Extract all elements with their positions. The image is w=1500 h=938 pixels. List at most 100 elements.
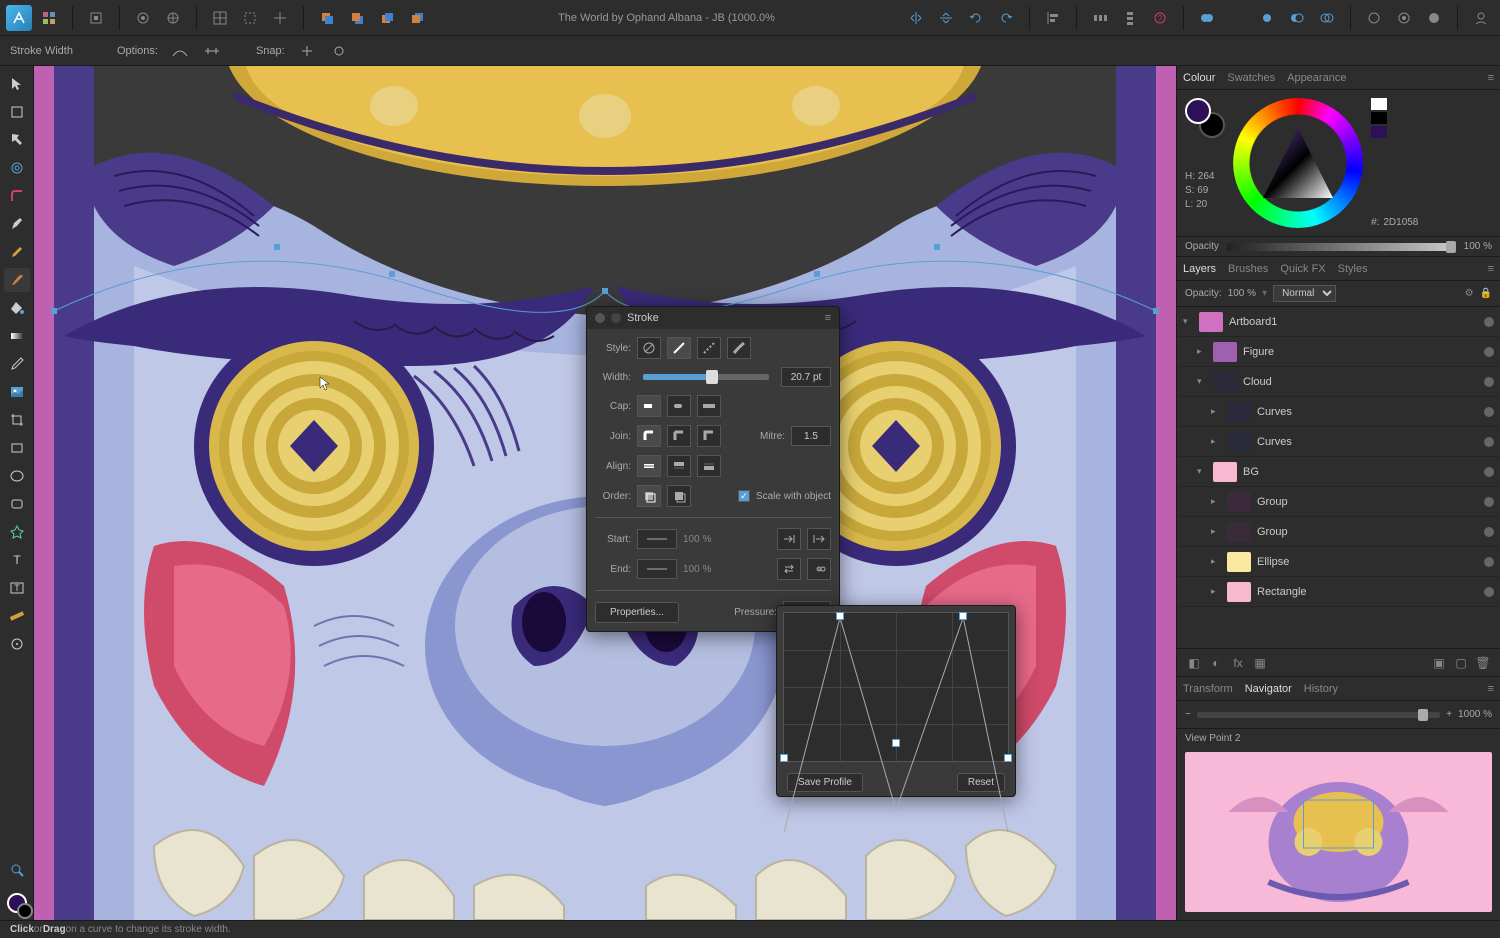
hex-readout[interactable]: #: 2D1058 [1371, 217, 1418, 228]
link-arrows-btn[interactable] [807, 558, 831, 580]
layer-row[interactable]: ▸Group [1177, 487, 1500, 517]
expand-icon[interactable]: ▸ [1211, 526, 1221, 537]
transparency-tool[interactable] [4, 324, 30, 348]
flip-h-btn[interactable] [903, 5, 929, 31]
align-outside-btn[interactable] [697, 455, 721, 477]
layer-settings-icon[interactable]: ⚙ [1465, 288, 1474, 299]
style-brush-btn[interactable] [727, 337, 751, 359]
colour-swatch-pair[interactable] [1185, 98, 1225, 138]
join-mitre-btn[interactable] [697, 425, 721, 447]
expand-icon[interactable]: ▾ [1197, 376, 1207, 387]
move-tool[interactable] [4, 72, 30, 96]
eyedropper-tool[interactable] [4, 352, 30, 376]
opacity-slider[interactable] [1227, 243, 1456, 251]
layer-row[interactable]: ▾Cloud [1177, 367, 1500, 397]
cap-butt-btn[interactable] [637, 395, 661, 417]
order-bwd-btn[interactable] [404, 5, 430, 31]
rectangle-tool[interactable] [4, 436, 30, 460]
contour-tool[interactable] [4, 156, 30, 180]
layer-row[interactable]: ▾Artboard1 [1177, 307, 1500, 337]
pan-tool[interactable] [4, 632, 30, 656]
order-front-btn[interactable] [314, 5, 340, 31]
crop-tool[interactable] [4, 408, 30, 432]
node-tool[interactable] [4, 128, 30, 152]
layer-row[interactable]: ▸Curves [1177, 397, 1500, 427]
persona-btn[interactable] [36, 5, 62, 31]
visibility-toggle[interactable] [1484, 377, 1494, 387]
snap-bounds-btn[interactable] [237, 5, 263, 31]
align-inside-btn[interactable] [667, 455, 691, 477]
join-bevel-btn[interactable] [667, 425, 691, 447]
tab-styles[interactable]: Styles [1338, 263, 1368, 275]
end-pct[interactable]: 100 % [683, 564, 711, 575]
tab-layers[interactable]: Layers [1183, 263, 1216, 275]
rounded-rect-tool[interactable] [4, 492, 30, 516]
star-tool[interactable] [4, 520, 30, 544]
ellipse-tool[interactable] [4, 464, 30, 488]
adjust-btn[interactable]: ◐ [1207, 654, 1225, 672]
properties-btn[interactable]: Properties... [595, 602, 679, 623]
insert-behind-btn[interactable] [1421, 5, 1447, 31]
geom-sub-btn[interactable] [1224, 5, 1250, 31]
blend-mode-select[interactable]: Normal [1273, 285, 1336, 302]
close-icon[interactable] [595, 313, 605, 323]
pressure-curve-editor[interactable] [783, 612, 1009, 762]
end-arrow-select[interactable] [637, 559, 677, 579]
tab-transform[interactable]: Transform [1183, 683, 1233, 695]
account-btn[interactable] [1468, 5, 1494, 31]
distribute-h-btn[interactable] [1087, 5, 1113, 31]
layers-panel-menu-icon[interactable]: ≡ [1488, 263, 1494, 275]
geom-div-btn[interactable] [1314, 5, 1340, 31]
visibility-toggle[interactable] [1484, 437, 1494, 447]
snap-opt-1-icon[interactable] [297, 41, 317, 61]
geom-int-btn[interactable] [1254, 5, 1280, 31]
navigator-preview[interactable] [1185, 752, 1492, 912]
recent-swatches[interactable] [1371, 98, 1418, 138]
fill-tool[interactable] [4, 296, 30, 320]
expand-icon[interactable]: ▾ [1183, 316, 1193, 327]
insert-target-btn[interactable] [1361, 5, 1387, 31]
style-solid-btn[interactable] [667, 337, 691, 359]
viewpoint-label[interactable]: View Point 2 [1177, 729, 1500, 748]
expand-icon[interactable]: ▸ [1211, 436, 1221, 447]
layer-opacity-value[interactable]: 100 % [1228, 288, 1256, 299]
join-round-btn[interactable] [637, 425, 661, 447]
expand-icon[interactable]: ▸ [1211, 586, 1221, 597]
insert-inside-btn[interactable] [1391, 5, 1417, 31]
width-input[interactable] [781, 367, 831, 387]
collapse-icon[interactable] [611, 313, 621, 323]
visibility-toggle[interactable] [1484, 527, 1494, 537]
layer-row[interactable]: ▾BG [1177, 457, 1500, 487]
swap-arrows-btn[interactable] [777, 558, 801, 580]
align-left-btn[interactable] [1040, 5, 1066, 31]
brush-tool[interactable] [4, 268, 30, 292]
visibility-toggle[interactable] [1484, 407, 1494, 417]
layer-row[interactable]: ▸Ellipse [1177, 547, 1500, 577]
zoom-in-icon[interactable]: + [1446, 709, 1452, 720]
geom-add-btn[interactable] [1194, 5, 1220, 31]
tab-history[interactable]: History [1304, 683, 1338, 695]
mask-btn[interactable]: ◧ [1185, 654, 1203, 672]
cap-square-btn[interactable] [697, 395, 721, 417]
place-image-tool[interactable] [4, 380, 30, 404]
pen-tool[interactable] [4, 212, 30, 236]
tab-brushes[interactable]: Brushes [1228, 263, 1268, 275]
corner-tool[interactable] [4, 184, 30, 208]
layer-row[interactable]: ▸Curves [1177, 427, 1500, 457]
order-front-btn[interactable] [667, 485, 691, 507]
zoom-out-icon[interactable]: − [1185, 709, 1191, 720]
zoom-value[interactable]: 1000 % [1458, 709, 1492, 720]
arrow-place-2-btn[interactable] [807, 528, 831, 550]
delete-layer-btn[interactable]: 🗑 [1474, 654, 1492, 672]
colour-selector[interactable] [4, 886, 30, 920]
expand-icon[interactable]: ▸ [1211, 496, 1221, 507]
visibility-toggle[interactable] [1484, 317, 1494, 327]
cap-round-btn[interactable] [667, 395, 691, 417]
expand-icon[interactable]: ▸ [1211, 556, 1221, 567]
layer-row[interactable]: ▸Group [1177, 517, 1500, 547]
nav-panel-menu-icon[interactable]: ≡ [1488, 683, 1494, 695]
snap-guides-btn[interactable] [267, 5, 293, 31]
zoom-slider[interactable] [1197, 712, 1440, 718]
prefs-btn-2[interactable] [160, 5, 186, 31]
tab-appearance[interactable]: Appearance [1287, 72, 1346, 84]
